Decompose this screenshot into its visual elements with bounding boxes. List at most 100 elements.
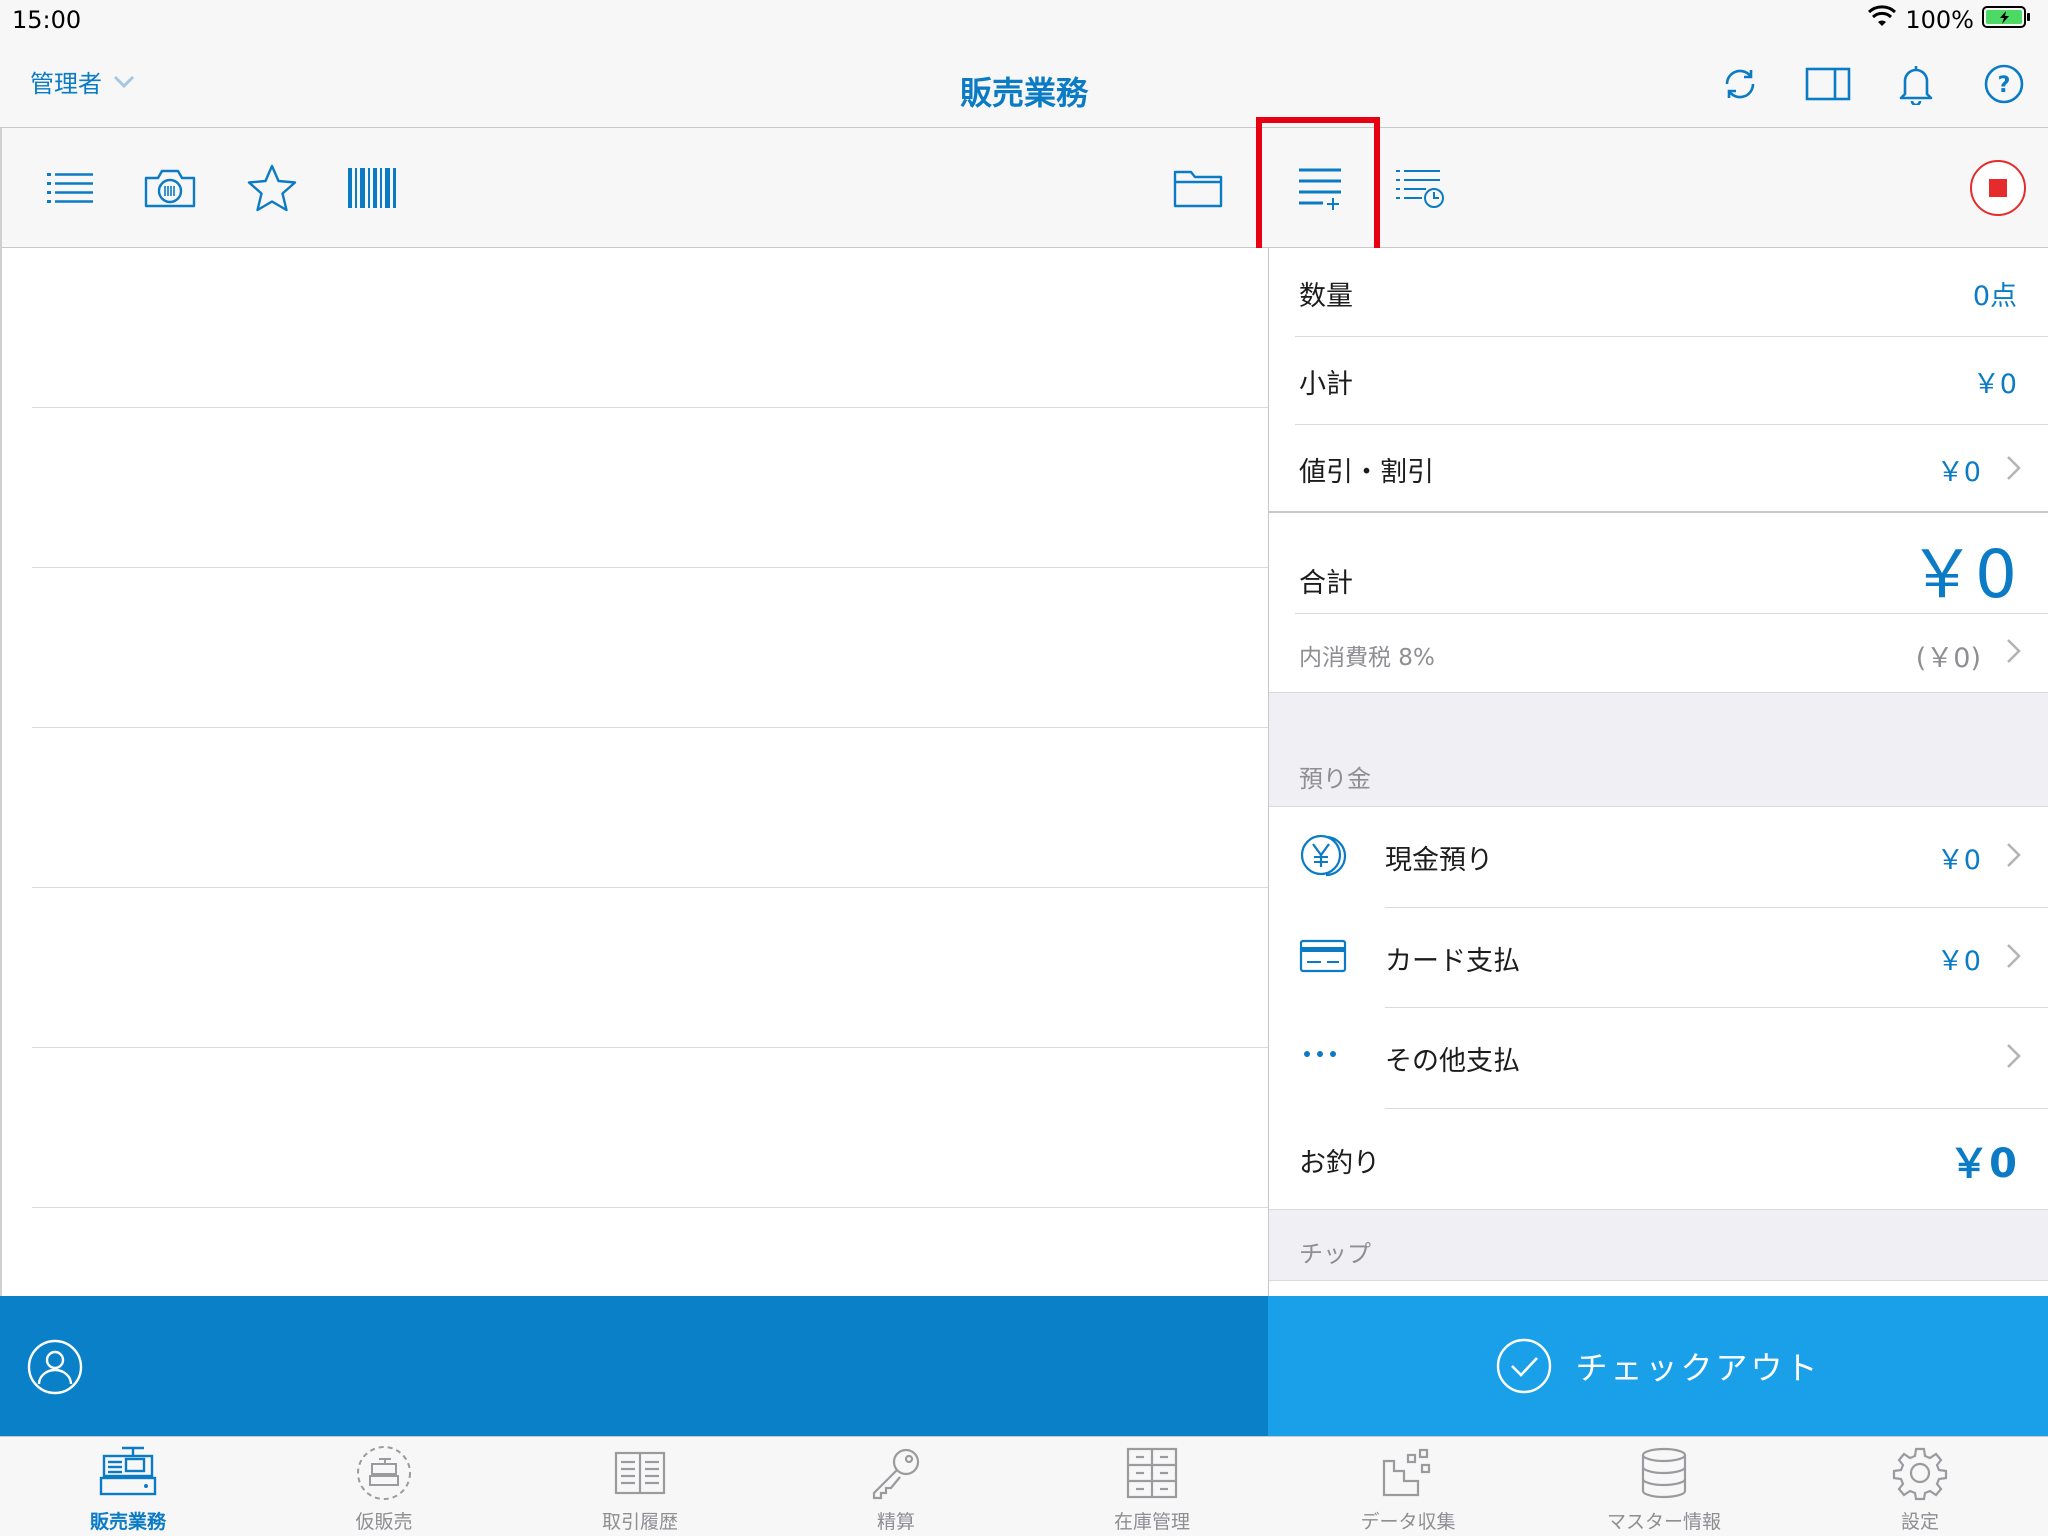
card-label: カード支払 xyxy=(1385,946,1520,977)
tab-sales[interactable]: 販売業務 xyxy=(0,1437,256,1536)
history-book-icon xyxy=(610,1443,670,1503)
subtotal-label: 小計 xyxy=(1299,369,1353,400)
yen-coin-icon xyxy=(1299,831,1349,885)
list-separator xyxy=(32,1207,1270,1208)
battery-icon xyxy=(1982,5,2032,35)
total-value: ￥0 xyxy=(1909,536,2017,613)
list-separator xyxy=(32,727,1270,728)
tip-section-header: チップ xyxy=(1269,1209,2048,1281)
tax-row[interactable]: 内消費税 8% (￥0) xyxy=(1269,614,2048,692)
list-icon xyxy=(47,173,93,203)
credit-card-icon xyxy=(1299,938,1347,978)
barcode-icon xyxy=(348,168,396,208)
tab-label: 仮販売 xyxy=(355,1511,413,1533)
tab-settlement[interactable]: 精算 xyxy=(768,1437,1024,1536)
barcode-button[interactable] xyxy=(342,158,402,218)
held-list-button[interactable] xyxy=(1390,158,1450,218)
inventory-icon xyxy=(1122,1443,1182,1503)
data-collect-icon xyxy=(1378,1443,1438,1503)
stop-button[interactable] xyxy=(1968,158,2028,218)
tab-master[interactable]: マスター情報 xyxy=(1536,1437,1792,1536)
tab-label: 精算 xyxy=(876,1511,915,1533)
tab-data-collection[interactable]: データ収集 xyxy=(1280,1437,1536,1536)
help-icon: ? xyxy=(1984,64,2024,104)
key-icon xyxy=(866,1443,926,1503)
item-list-button[interactable] xyxy=(40,158,100,218)
tip-section-label: チップ xyxy=(1299,1240,1371,1268)
user-selector[interactable]: 管理者 xyxy=(30,64,136,99)
discount-value: ￥0 xyxy=(1936,457,1981,488)
camera-icon xyxy=(144,169,196,208)
wifi-icon xyxy=(1867,5,1897,35)
item-toolbar xyxy=(0,128,2048,248)
bell-icon xyxy=(1899,66,1933,105)
tax-value: (￥0) xyxy=(1915,643,1981,674)
favorites-button[interactable] xyxy=(242,158,302,218)
list-separator xyxy=(32,567,1270,568)
change-row: お釣り ￥0 xyxy=(1269,1109,2048,1209)
checkout-button[interactable]: チェックアウト xyxy=(1268,1296,2048,1436)
cart-item-list xyxy=(0,248,1270,1296)
more-dots-icon xyxy=(1299,1042,1343,1070)
tab-label: 販売業務 xyxy=(89,1511,166,1533)
help-button[interactable]: ? xyxy=(1980,60,2028,108)
database-icon xyxy=(1634,1443,1694,1503)
tab-bar: 販売業務 仮販売 取引履歴 精算 在庫管理 データ収集 マスター情報 設定 xyxy=(0,1436,2048,1536)
checkout-label: チェックアウト xyxy=(1575,1349,1821,1387)
quantity-value: 0点 xyxy=(1972,281,2017,312)
chevron-down-icon xyxy=(112,68,136,96)
folder-button[interactable] xyxy=(1168,158,1228,218)
cash-value: ￥0 xyxy=(1936,845,1981,876)
register-icon xyxy=(98,1443,158,1503)
list-clock-icon xyxy=(1396,170,1444,208)
customer-bar xyxy=(0,1296,1268,1436)
subtotal-value: ￥0 xyxy=(1972,369,2017,400)
summary-panel: 数量 0点 小計 ￥0 値引・割引 ￥0 合計 ￥0 内消費税 8% (￥0) … xyxy=(1268,248,2048,1296)
list-add-icon xyxy=(1299,168,1341,210)
battery-percent: 100% xyxy=(1905,6,1974,34)
status-bar: 15:00 100% xyxy=(0,0,2048,40)
add-item-button[interactable] xyxy=(1290,158,1350,218)
person-icon xyxy=(27,1339,83,1395)
split-view-icon xyxy=(1805,67,1851,101)
temp-sale-icon xyxy=(354,1443,414,1503)
tab-history[interactable]: 取引履歴 xyxy=(512,1437,768,1536)
split-view-button[interactable] xyxy=(1804,60,1852,108)
tab-label: マスター情報 xyxy=(1606,1511,1721,1533)
tax-label: 内消費税 8% xyxy=(1299,645,1435,671)
sync-button[interactable] xyxy=(1716,60,1764,108)
list-separator xyxy=(32,407,1270,408)
discount-row[interactable]: 値引・割引 ￥0 xyxy=(1269,425,2048,511)
list-separator xyxy=(32,1047,1270,1048)
other-payment-row[interactable]: その他支払 xyxy=(1269,1008,2048,1108)
list-separator xyxy=(32,887,1270,888)
tab-temp-sale[interactable]: 仮販売 xyxy=(256,1437,512,1536)
chevron-right-icon xyxy=(2007,1044,2021,1068)
deposit-section-label: 預り金 xyxy=(1299,765,1371,793)
user-name: 管理者 xyxy=(30,70,102,98)
tab-inventory[interactable]: 在庫管理 xyxy=(1024,1437,1280,1536)
status-indicators: 100% xyxy=(1867,4,2032,36)
chevron-right-icon xyxy=(2007,944,2021,968)
chevron-right-icon xyxy=(2007,639,2021,663)
other-payment-label: その他支払 xyxy=(1385,1046,1520,1077)
chevron-right-icon xyxy=(2007,456,2021,480)
total-row: 合計 ￥0 xyxy=(1269,513,2048,613)
cash-row[interactable]: 現金預り ￥0 xyxy=(1269,807,2048,907)
customer-button[interactable] xyxy=(26,1338,84,1400)
tab-settings[interactable]: 設定 xyxy=(1792,1437,2048,1536)
camera-scan-button[interactable] xyxy=(140,158,200,218)
quantity-label: 数量 xyxy=(1299,281,1353,312)
tab-label: 在庫管理 xyxy=(1113,1511,1190,1533)
status-time: 15:00 xyxy=(12,6,82,34)
star-icon xyxy=(247,164,297,212)
change-label: お釣り xyxy=(1299,1148,1380,1179)
deposit-section-header: 預り金 xyxy=(1269,692,2048,807)
check-circle-icon xyxy=(1497,1338,1552,1394)
gear-icon xyxy=(1890,1443,1950,1503)
chevron-right-icon xyxy=(2007,843,2021,867)
subtotal-row: 小計 ￥0 xyxy=(1269,337,2048,424)
tab-label: データ収集 xyxy=(1360,1511,1456,1533)
card-row[interactable]: カード支払 ￥0 xyxy=(1269,908,2048,1007)
notification-button[interactable] xyxy=(1892,60,1940,108)
